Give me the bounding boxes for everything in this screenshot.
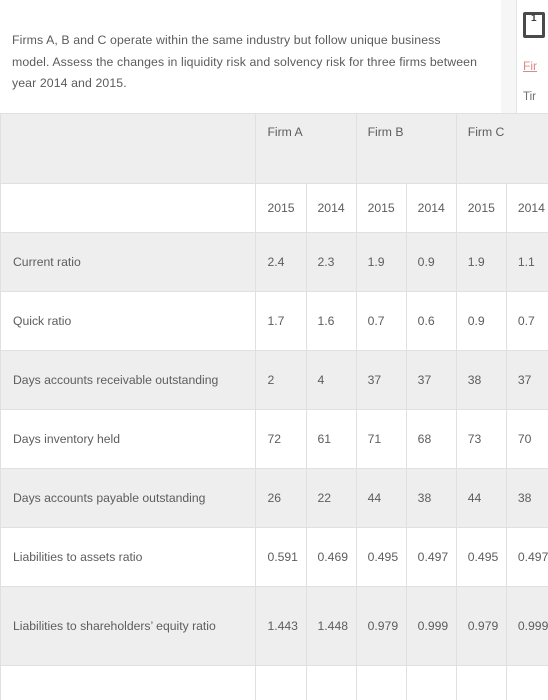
row-value: 0.6 xyxy=(405,291,457,351)
row-value: 0.495 xyxy=(355,527,407,587)
row-label: Long term debt to long-term capital rati… xyxy=(0,665,257,700)
header-cell-blank-years xyxy=(0,183,257,233)
header-cell-year-a-2015: 2015 xyxy=(255,183,307,233)
row-value: 68 xyxy=(405,409,457,469)
row-value: 37 xyxy=(355,350,407,410)
row-value: 44 xyxy=(455,468,507,528)
side-panel-link[interactable]: Fir xyxy=(523,59,548,73)
row-value: 0.591 xyxy=(255,527,307,587)
table-row: Liabilities to assets ratio 0.591 0.469 0.4… xyxy=(0,527,548,587)
header-cell-firm-c: Firm C xyxy=(455,113,548,184)
header-cell-year-c-2015: 2015 xyxy=(455,183,507,233)
row-value: 0.131 xyxy=(405,665,457,700)
row-value: 0.979 xyxy=(455,586,507,666)
question-prompt-text: Firms A, B and C operate within the same… xyxy=(12,33,478,91)
row-value: 4 xyxy=(305,350,357,410)
row-label: Liabilities to shareholders’ equity rati… xyxy=(0,586,257,666)
header-cell-year-b-2014: 2014 xyxy=(405,183,457,233)
row-value: 38 xyxy=(455,350,507,410)
row-value: 22 xyxy=(305,468,357,528)
row-value: 0.469 xyxy=(305,527,357,587)
header-cell-year-c-2014: 2014 xyxy=(505,183,548,233)
row-value: 0.9 xyxy=(455,291,507,351)
page-root: Firms A, B and C operate within the same… xyxy=(0,0,548,700)
table-header-row-firms: Firm A Firm B Firm C xyxy=(0,113,548,184)
table-row: Current ratio 2.4 2.3 1.9 0.9 1.9 1.1 xyxy=(0,232,548,292)
row-value: 0.140 xyxy=(455,665,507,700)
row-value: 44 xyxy=(355,468,407,528)
row-value: 61 xyxy=(305,409,357,469)
financial-ratios-table: Firm A Firm B Firm C 2015 2014 2015 2014… xyxy=(0,113,548,700)
table-header-row-years: 2015 2014 2015 2014 2015 2014 xyxy=(0,183,548,233)
badge-number: 1 xyxy=(531,13,537,24)
row-value: 0.497 xyxy=(405,527,457,587)
table-body: Current ratio 2.4 2.3 1.9 0.9 1.9 1.1 Quick rat… xyxy=(0,232,548,700)
ratio-table-scroll-area[interactable]: Firm A Firm B Firm C 2015 2014 2015 2014… xyxy=(0,113,548,700)
row-label: Quick ratio xyxy=(0,291,257,351)
row-value: 0.120 xyxy=(355,665,407,700)
table-row: Days accounts payable outstanding 26 22 44 3… xyxy=(0,468,548,528)
header-cell-firm-b: Firm B xyxy=(355,113,457,184)
row-label: Days inventory held xyxy=(0,409,257,469)
row-value: 38 xyxy=(505,468,548,528)
row-value: 0.495 xyxy=(455,527,507,587)
table-row: Liabilities to shareholders’ equity rati… xyxy=(0,586,548,666)
row-value: 1.7 xyxy=(255,291,307,351)
row-value: 0.7 xyxy=(505,291,548,351)
column-divider xyxy=(501,0,516,128)
bracket-badge-icon: 1 xyxy=(523,12,545,38)
row-label: Days accounts payable outstanding xyxy=(0,468,257,528)
side-panel-inner: 1 Fir Tir xyxy=(517,0,548,103)
row-value: 0.9 xyxy=(405,232,457,292)
row-value: 1.9 xyxy=(455,232,507,292)
row-value: 2 xyxy=(255,350,307,410)
row-value: 1.9 xyxy=(355,232,407,292)
row-value: 2.4 xyxy=(255,232,307,292)
row-value: 1.1 xyxy=(505,232,548,292)
row-value: 0.999 xyxy=(405,586,457,666)
row-value: 2.3 xyxy=(305,232,357,292)
row-value: 70 xyxy=(505,409,548,469)
row-label: Current ratio xyxy=(0,232,257,292)
row-value: 1.443 xyxy=(255,586,307,666)
row-label: Liabilities to assets ratio xyxy=(0,527,257,587)
row-value: 0.497 xyxy=(505,527,548,587)
table-row: Days inventory held 72 61 71 68 73 70 xyxy=(0,409,548,469)
table-head: Firm A Firm B Firm C 2015 2014 2015 2014… xyxy=(0,113,548,233)
row-value: 37 xyxy=(505,350,548,410)
side-panel-meta-label: Tir xyxy=(523,91,536,103)
side-panel: 1 Fir Tir xyxy=(516,0,548,128)
row-value: 0.979 xyxy=(355,586,407,666)
table-row: Quick ratio 1.7 1.6 0.7 0.6 0.9 0.7 xyxy=(0,291,548,351)
header-cell-year-b-2015: 2015 xyxy=(355,183,407,233)
row-value: 26 xyxy=(255,468,307,528)
row-value: 38 xyxy=(405,468,457,528)
header-cell-year-a-2014: 2014 xyxy=(305,183,357,233)
header-cell-blank-corner xyxy=(0,113,257,184)
row-value: 72 xyxy=(255,409,307,469)
content-column: Firms A, B and C operate within the same… xyxy=(0,0,501,108)
row-value: 0.454 xyxy=(255,665,307,700)
row-label: Days accounts receivable outstanding xyxy=(0,350,257,410)
row-value: 1.448 xyxy=(305,586,357,666)
table-row: Long term debt to long-term capital rati… xyxy=(0,665,548,700)
row-value: 1.6 xyxy=(305,291,357,351)
row-value: 73 xyxy=(455,409,507,469)
table-row: Days accounts receivable outstanding 2 4 37… xyxy=(0,350,548,410)
row-value: 37 xyxy=(405,350,457,410)
row-value: 0.999 xyxy=(505,586,548,666)
header-cell-firm-a: Firm A xyxy=(255,113,357,184)
row-value: 0.461 xyxy=(305,665,357,700)
row-value: 0.151 xyxy=(505,665,548,700)
row-value: 71 xyxy=(355,409,407,469)
row-value: 0.7 xyxy=(355,291,407,351)
